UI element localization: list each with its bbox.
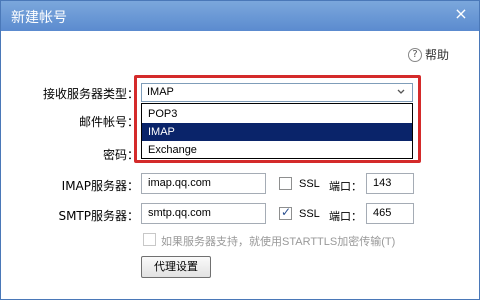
help-link[interactable]: ? 帮助 <box>407 46 449 63</box>
question-icon: ? <box>407 47 422 62</box>
starttls-label: 如果服务器支持，就使用STARTTLS加密传输(T) <box>161 236 396 248</box>
imap-ssl-label: SSL <box>299 178 320 190</box>
new-account-dialog: 新建帐号 × ? 帮助 接收服务器类型： IMAP POP3 IMAP Exch… <box>0 0 480 300</box>
smtp-server-label: SMTP服务器： <box>58 209 139 223</box>
help-label: 帮助 <box>424 48 449 62</box>
imap-server-input[interactable]: imap.qq.com <box>141 173 266 194</box>
proxy-settings-button[interactable]: 代理设置 <box>141 256 211 278</box>
highlight-box <box>134 75 421 163</box>
smtp-ssl-checkbox[interactable] <box>279 205 292 220</box>
starttls-checkbox[interactable] <box>143 233 156 246</box>
imap-ssl-checkbox[interactable] <box>279 177 292 190</box>
smtp-port-input[interactable]: 465 <box>366 203 414 224</box>
smtp-ssl-label: SSL <box>299 208 320 220</box>
imap-port-label: 端口： <box>329 181 362 193</box>
smtp-port-label: 端口： <box>329 211 362 223</box>
title-bar[interactable]: 新建帐号 × <box>1 1 479 31</box>
window-title: 新建帐号 <box>11 10 67 26</box>
email-label: 邮件帐号： <box>78 115 139 129</box>
server-type-label: 接收服务器类型： <box>42 87 139 101</box>
close-icon[interactable]: × <box>451 4 471 24</box>
imap-server-label: IMAP服务器： <box>61 179 139 193</box>
smtp-server-input[interactable]: smtp.qq.com <box>141 203 266 224</box>
imap-port-input[interactable]: 143 <box>366 173 414 194</box>
password-label: 密码： <box>102 148 139 162</box>
